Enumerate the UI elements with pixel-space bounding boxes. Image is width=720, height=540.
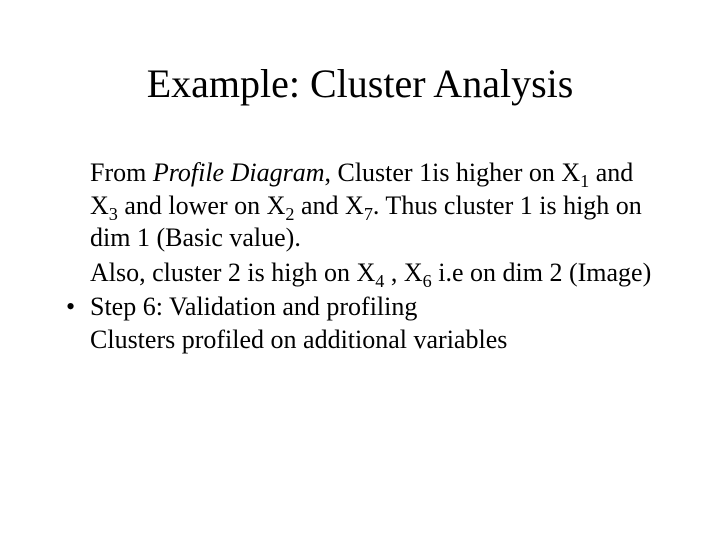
bullet-step6: • Step 6: Validation and profiling xyxy=(90,291,660,324)
paragraph-profile: From Profile Diagram, Cluster 1is higher… xyxy=(90,157,660,255)
subscript: 1 xyxy=(580,171,589,191)
text-italic: Profile Diagram xyxy=(153,158,325,187)
text: and X xyxy=(294,191,363,220)
slide: Example: Cluster Analysis From Profile D… xyxy=(0,0,720,540)
text: , X xyxy=(384,258,422,287)
paragraph-clusters-profiled: Clusters profiled on additional variable… xyxy=(90,324,660,357)
subscript: 6 xyxy=(423,271,432,291)
bullet-icon: • xyxy=(66,291,75,324)
text: Also, cluster 2 is high on X xyxy=(90,258,375,287)
text: , Cluster 1is higher on X xyxy=(324,158,580,187)
subscript: 4 xyxy=(375,271,384,291)
text: and lower on X xyxy=(118,191,286,220)
text: i.e on dim 2 (Image) xyxy=(432,258,652,287)
text: From xyxy=(90,158,153,187)
slide-title: Example: Cluster Analysis xyxy=(60,60,660,107)
subscript: 7 xyxy=(364,204,373,224)
text: Step 6: Validation and profiling xyxy=(90,292,417,321)
slide-body: From Profile Diagram, Cluster 1is higher… xyxy=(60,157,660,356)
subscript: 3 xyxy=(109,204,118,224)
text: Clusters profiled on additional variable… xyxy=(90,325,507,354)
paragraph-also: Also, cluster 2 is high on X4 , X6 i.e o… xyxy=(90,257,660,290)
